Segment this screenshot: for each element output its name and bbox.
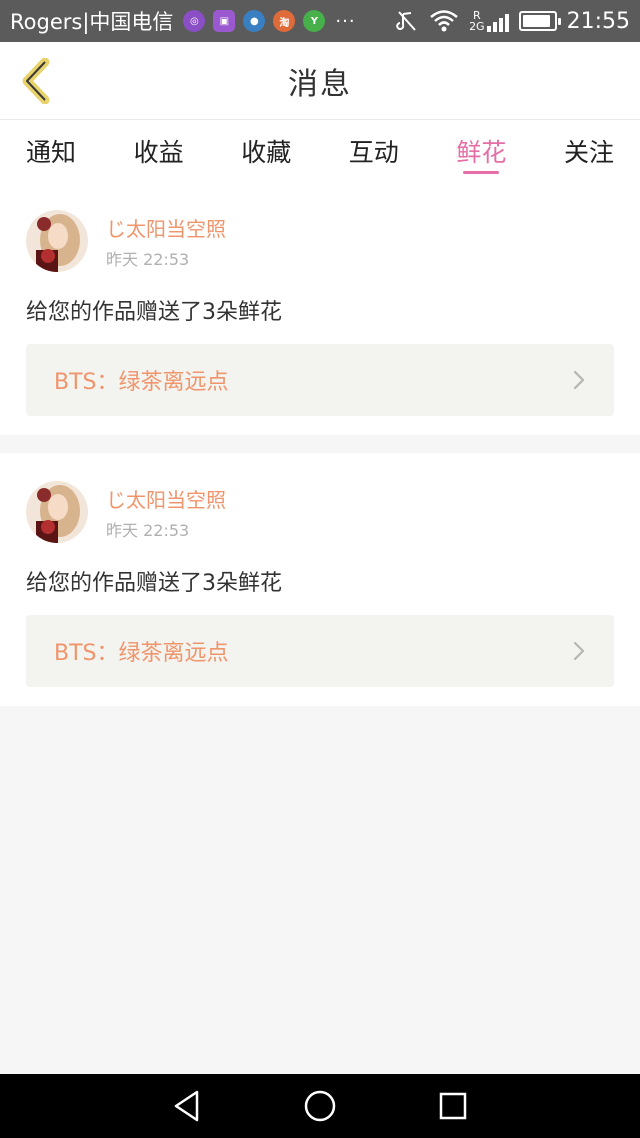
tab-label: 收藏 — [241, 138, 292, 167]
status-bar: Rogers|中国电信 ◎ ▣ ● 淘 Y ··· R 2G 21:55 — [0, 0, 640, 42]
work-title: BTS：绿茶离远点 — [54, 641, 229, 666]
triangle-back-icon — [174, 1090, 198, 1122]
sender-name[interactable]: じ太阳当空照 — [106, 484, 226, 513]
chevron-right-icon — [573, 641, 585, 661]
gallery-notification-icon: ▣ — [213, 10, 236, 32]
tab-notifications[interactable]: 通知 — [26, 120, 76, 182]
tab-following[interactable]: 关注 — [564, 120, 614, 182]
taobao-notification-icon: 淘 — [273, 10, 296, 32]
message-text: 给您的作品赠送了3朵鲜花 — [26, 300, 282, 325]
page-title: 消息 — [288, 66, 352, 102]
tab-favorites[interactable]: 收藏 — [241, 120, 291, 182]
tab-flowers[interactable]: 鲜花 — [456, 120, 506, 182]
chevron-right-icon — [573, 370, 585, 390]
message-text: 给您的作品赠送了3朵鲜花 — [26, 571, 282, 596]
message-card: じ太阳当空照 昨天 22:53 给您的作品赠送了3朵鲜花 BTS：绿茶离远点 — [0, 453, 640, 706]
tab-bar: 通知 收益 收藏 互动 鲜花 关注 — [0, 120, 640, 182]
header-bar: 消息 — [0, 42, 640, 120]
nav-recents-button[interactable] — [433, 1086, 473, 1126]
tab-label: 鲜花 — [456, 138, 507, 167]
battery-level-fill — [522, 15, 550, 27]
avatar-image — [26, 210, 88, 272]
tab-earnings[interactable]: 收益 — [134, 120, 184, 182]
circle-home-icon — [304, 1090, 336, 1122]
tab-label: 互动 — [348, 138, 399, 167]
avatar[interactable] — [26, 481, 88, 543]
clock: 21:55 — [566, 8, 630, 34]
avatar-image — [26, 481, 88, 543]
overflow-notifications-icon: ··· — [335, 10, 356, 32]
work-link[interactable]: BTS：绿茶离远点 — [26, 615, 614, 687]
notification-icons: ◎ ▣ ● 淘 Y — [183, 10, 326, 32]
sender-meta: じ太阳当空照 昨天 22:53 — [106, 484, 226, 541]
cellular-signal-icon: R 2G — [469, 10, 509, 32]
avatar[interactable] — [26, 210, 88, 272]
silent-mode-icon — [396, 11, 416, 31]
message-card: じ太阳当空照 昨天 22:53 给您的作品赠送了3朵鲜花 BTS：绿茶离远点 — [0, 182, 640, 435]
sender-meta: じ太阳当空照 昨天 22:53 — [106, 213, 226, 270]
message-timestamp: 昨天 22:53 — [106, 249, 190, 269]
tab-label: 通知 — [26, 138, 77, 167]
message-list: じ太阳当空照 昨天 22:53 给您的作品赠送了3朵鲜花 BTS：绿茶离远点 じ… — [0, 182, 640, 724]
work-title: BTS：绿茶离远点 — [54, 370, 229, 395]
nav-back-button[interactable] — [167, 1086, 207, 1126]
tab-label: 收益 — [133, 138, 184, 167]
back-button[interactable] — [14, 56, 58, 106]
wifi-icon — [430, 10, 458, 32]
sender-name[interactable]: じ太阳当空照 — [106, 213, 226, 242]
sender-row: じ太阳当空照 昨天 22:53 — [26, 481, 614, 543]
tab-label: 关注 — [563, 138, 614, 167]
nav-home-button[interactable] — [300, 1086, 340, 1126]
network-type-label: 2G — [469, 20, 485, 33]
app-notification-icon: ◎ — [183, 10, 206, 32]
sender-row: じ太阳当空照 昨天 22:53 — [26, 210, 614, 272]
message-timestamp: 昨天 22:53 — [106, 520, 190, 540]
browser-notification-icon: ● — [243, 10, 266, 32]
sprout-notification-icon: Y — [303, 10, 326, 32]
battery-icon — [518, 11, 561, 31]
system-navigation-bar — [0, 1074, 640, 1138]
tab-interactions[interactable]: 互动 — [349, 120, 399, 182]
work-link[interactable]: BTS：绿茶离远点 — [26, 344, 614, 416]
square-recents-icon — [440, 1092, 467, 1120]
chevron-left-icon — [22, 58, 50, 104]
carrier-label: Rogers|中国电信 — [10, 10, 174, 34]
